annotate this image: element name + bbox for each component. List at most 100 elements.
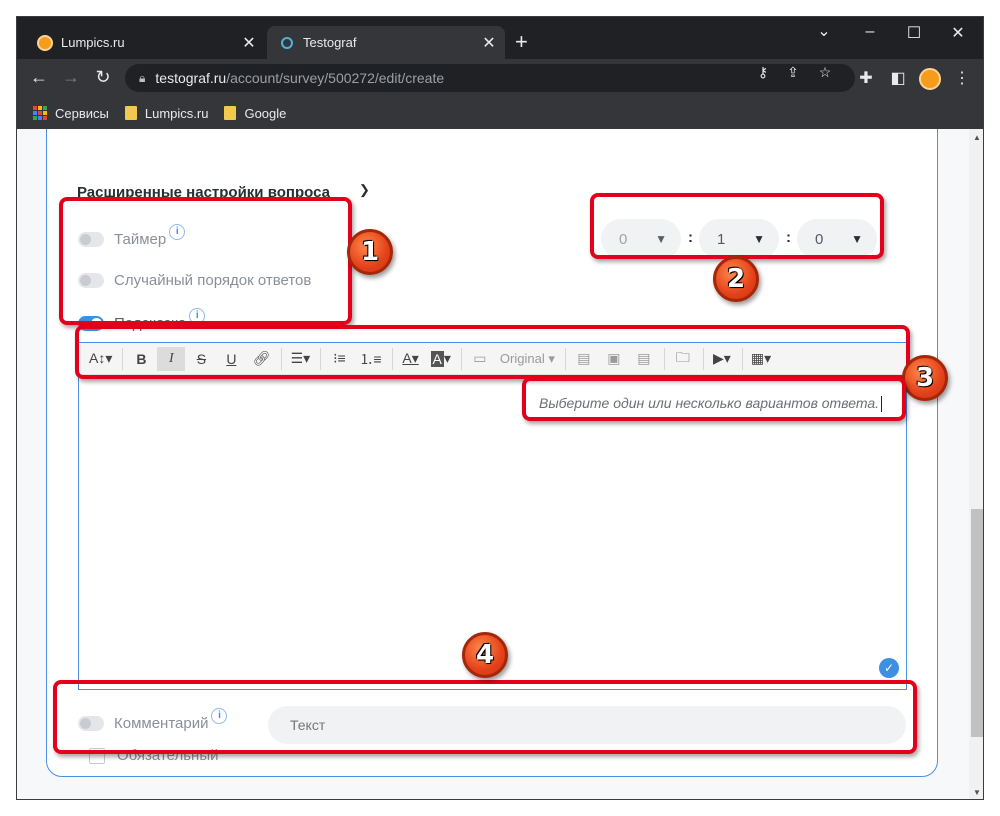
timer-label: Таймер bbox=[114, 231, 167, 248]
editor-toolbar: A↕▾ B I S U 🔗︎ ☰▾ ⁝≡ ⒈≡ A▾ A ▾ ▭ Original… bbox=[79, 343, 906, 375]
hint-toggle-row[interactable]: Подсказка i bbox=[78, 307, 206, 332]
format-select-label: Original bbox=[499, 351, 545, 366]
image-size-icon[interactable]: ▭ bbox=[466, 347, 494, 371]
chevron-down-icon: ▼ bbox=[753, 232, 765, 246]
chevron-down-icon[interactable]: ❯ bbox=[359, 182, 370, 198]
highlight-color-icon[interactable]: A ▾ bbox=[427, 347, 455, 371]
bookmark-label: Google bbox=[244, 105, 287, 121]
underline-icon[interactable]: U bbox=[217, 347, 245, 371]
bookmarks-bar: Сервисы Lumpics.ru Google bbox=[17, 97, 983, 129]
close-window-button[interactable]: ✕ bbox=[935, 23, 981, 43]
toolbar-divider bbox=[281, 347, 283, 370]
minutes-value: 1 bbox=[717, 230, 726, 248]
random-order-toggle[interactable] bbox=[78, 273, 104, 288]
bold-icon[interactable]: B bbox=[127, 347, 155, 371]
hint-toggle[interactable] bbox=[78, 316, 104, 331]
bookmark-lumpics[interactable]: Lumpics.ru bbox=[124, 106, 208, 121]
format-select[interactable]: Original ▾ bbox=[496, 347, 559, 371]
profile-avatar[interactable] bbox=[919, 68, 941, 90]
image-align-right-icon[interactable]: ▤ bbox=[630, 347, 658, 371]
bullet-list-icon[interactable]: ⁝≡ bbox=[325, 347, 353, 371]
forward-arrow-icon[interactable]: → bbox=[59, 67, 83, 87]
maximize-button[interactable]: ☐ bbox=[891, 23, 937, 43]
menu-kebab-icon[interactable]: ⋮ bbox=[951, 68, 973, 88]
align-icon[interactable]: ☰▾ bbox=[286, 347, 314, 371]
link-icon[interactable]: 🔗︎ bbox=[247, 347, 275, 371]
time-separator: : bbox=[688, 229, 693, 246]
required-checkbox[interactable] bbox=[89, 747, 105, 764]
bookmark-star-icon[interactable]: ☆ bbox=[815, 64, 835, 81]
text-caret bbox=[881, 396, 883, 413]
timer-toggle-row[interactable]: Таймер i bbox=[78, 223, 186, 248]
random-order-toggle-row[interactable]: Случайный порядок ответов bbox=[78, 272, 311, 289]
lumpics-favicon-icon bbox=[37, 34, 53, 51]
hours-value: 0 bbox=[619, 230, 628, 248]
tab-testograf[interactable]: Testograf ✕ bbox=[267, 26, 505, 59]
text-color-icon[interactable]: A▾ bbox=[397, 347, 425, 371]
browser-window: Lumpics.ru ✕ Testograf ✕ + ⌄ – ☐ ✕ ← → ↻… bbox=[16, 16, 984, 800]
info-icon[interactable]: i bbox=[169, 223, 186, 240]
comment-text-input[interactable] bbox=[268, 706, 906, 744]
apps-grid-icon bbox=[33, 106, 47, 120]
strikethrough-icon[interactable]: S bbox=[187, 347, 215, 371]
annotation-badge-1: 1 bbox=[347, 229, 393, 275]
scrollbar-thumb[interactable] bbox=[971, 509, 983, 737]
tab-lumpics[interactable]: Lumpics.ru ✕ bbox=[25, 26, 265, 59]
info-icon[interactable]: i bbox=[189, 307, 206, 324]
image-align-center-icon[interactable]: ▣ bbox=[600, 347, 628, 371]
toolbar-divider bbox=[320, 347, 322, 370]
back-arrow-icon[interactable]: ← bbox=[27, 67, 51, 87]
side-panel-icon[interactable]: ◧ bbox=[887, 68, 909, 88]
scroll-up-icon[interactable]: ▲ bbox=[969, 133, 983, 142]
minutes-select[interactable]: 1 ▼ bbox=[699, 219, 779, 259]
required-checkbox-row[interactable]: Обязательный bbox=[89, 747, 219, 764]
image-align-left-icon[interactable]: ▤ bbox=[570, 347, 598, 371]
toolbar-divider bbox=[391, 347, 393, 370]
share-icon[interactable]: ⇪ bbox=[783, 64, 803, 81]
insert-file-icon[interactable]: 🗀︎ bbox=[669, 347, 697, 371]
bookmark-services[interactable]: Сервисы bbox=[33, 106, 109, 121]
numbered-list-icon[interactable]: ⒈≡ bbox=[355, 347, 385, 371]
comment-toggle-row[interactable]: Комментарий i bbox=[78, 707, 228, 732]
scroll-down-icon[interactable]: ▼ bbox=[969, 788, 983, 797]
url-host: testograf.ru bbox=[155, 70, 227, 86]
vertical-scrollbar[interactable]: ▲ ▼ bbox=[969, 129, 983, 799]
address-bar[interactable]: 🔒︎ testograf.ru/account/survey/500272/ed… bbox=[125, 64, 855, 92]
tab-title: Testograf bbox=[303, 35, 357, 50]
toolbar-divider bbox=[663, 347, 665, 370]
folder-icon bbox=[124, 106, 137, 120]
required-label: Обязательный bbox=[117, 747, 219, 764]
toolbar-divider bbox=[741, 347, 743, 370]
insert-table-icon[interactable]: ▦▾ bbox=[747, 347, 775, 371]
key-icon[interactable]: ⚷ bbox=[753, 64, 773, 81]
advanced-settings-title[interactable]: Расширенные настройки вопроса bbox=[77, 184, 330, 201]
extensions-icon[interactable]: ✚ bbox=[855, 68, 877, 88]
toolbar-divider bbox=[702, 347, 704, 370]
browser-toolbar: ← → ↻ 🔒︎ testograf.ru/account/survey/500… bbox=[17, 59, 983, 97]
comment-toggle[interactable] bbox=[78, 716, 104, 731]
toolbar-divider bbox=[122, 347, 124, 370]
tab-search-icon[interactable]: ⌄ bbox=[801, 21, 847, 41]
lock-icon: 🔒︎ bbox=[139, 70, 146, 85]
annotation-badge-4: 4 bbox=[462, 632, 508, 678]
seconds-select[interactable]: 0 ▼ bbox=[797, 219, 877, 259]
tab-close-icon[interactable]: ✕ bbox=[239, 33, 259, 53]
reload-icon[interactable]: ↻ bbox=[91, 67, 115, 87]
random-order-label: Случайный порядок ответов bbox=[114, 272, 312, 289]
bookmark-google[interactable]: Google bbox=[224, 106, 286, 121]
hint-text-line[interactable]: Выберите один или несколько вариантов от… bbox=[539, 395, 883, 413]
font-size-icon[interactable]: A↕▾ bbox=[85, 347, 116, 371]
annotation-badge-3: 3 bbox=[902, 355, 948, 401]
testograf-favicon-icon bbox=[281, 36, 293, 49]
italic-icon[interactable]: I bbox=[157, 346, 186, 371]
new-tab-button[interactable]: + bbox=[515, 31, 528, 53]
info-icon[interactable]: i bbox=[211, 707, 228, 724]
tab-strip: Lumpics.ru ✕ Testograf ✕ + ⌄ – ☐ ✕ bbox=[17, 17, 983, 59]
insert-video-icon[interactable]: ▶▾ bbox=[708, 347, 736, 371]
minimize-button[interactable]: – bbox=[847, 23, 893, 41]
time-separator: : bbox=[786, 229, 791, 246]
timer-toggle[interactable] bbox=[78, 232, 104, 247]
comment-label: Комментарий bbox=[114, 715, 209, 732]
tab-close-icon[interactable]: ✕ bbox=[479, 33, 499, 53]
hours-select[interactable]: 0 ▼ bbox=[601, 219, 681, 259]
